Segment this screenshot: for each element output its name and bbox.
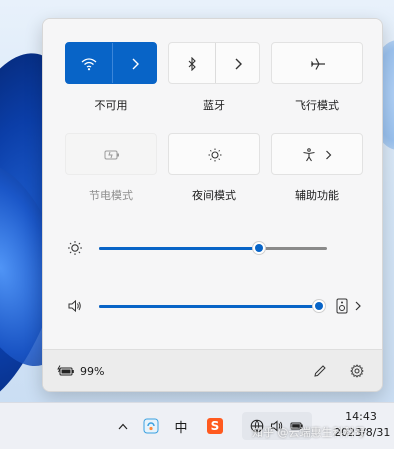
sogou-ime-button[interactable]: S (204, 403, 226, 449)
wifi-icon[interactable] (66, 43, 112, 85)
ime-zh-icon: 中 (174, 420, 188, 436)
accessibility-tile-label: 辅助功能 (295, 189, 339, 202)
battery-charging-icon (57, 365, 74, 376)
night-light-tile-label: 夜间模式 (192, 189, 236, 202)
battery-status[interactable]: 99% (57, 362, 104, 380)
night-light-icon (169, 134, 261, 176)
battery-saver-icon (66, 134, 158, 176)
accessibility-tile[interactable] (271, 133, 363, 175)
quick-settings-body: 不可用 蓝牙 飞行模式 节电模式 夜间模式 辅助功能 (43, 19, 382, 349)
bluetooth-expand-chevron-icon[interactable] (215, 43, 261, 85)
chevron-up-icon (118, 423, 128, 429)
bluetooth-tile[interactable] (168, 42, 260, 84)
bluetooth-icon[interactable] (169, 43, 215, 85)
wifi-tile-label: 不可用 (94, 99, 128, 112)
audio-output-selector[interactable] (336, 297, 366, 315)
brightness-icon (67, 240, 83, 256)
battery-percent: 99% (80, 364, 105, 378)
tray-app-button[interactable] (140, 403, 162, 449)
airplane-mode-tile[interactable] (271, 42, 363, 84)
volume-slider-thumb[interactable] (312, 299, 326, 313)
brightness-slider-thumb[interactable] (251, 241, 266, 255)
night-light-tile[interactable] (168, 133, 260, 175)
gear-icon (350, 364, 364, 378)
watermark-text: 知乎 @云端惠生科科号 (252, 426, 366, 439)
volume-slider-fill (99, 305, 319, 308)
airplane-mode-tile-label: 飞行模式 (295, 99, 339, 112)
airplane-icon (272, 43, 364, 85)
battery-saver-tile[interactable] (65, 133, 157, 175)
edit-quick-settings-button[interactable] (311, 362, 329, 380)
accessibility-chevron-icon[interactable] (320, 134, 336, 176)
quick-settings-footer: 99% (43, 349, 382, 391)
bluetooth-tile-label: 蓝牙 (203, 99, 225, 112)
ime-zh-button[interactable]: 中 (170, 403, 192, 449)
wifi-tile[interactable] (65, 42, 157, 84)
volume-slider[interactable] (99, 299, 326, 313)
pencil-icon (314, 365, 326, 377)
speaker-icon[interactable] (67, 298, 83, 314)
wifi-expand-chevron-icon[interactable] (112, 43, 158, 85)
sogou-s-icon: S (207, 418, 223, 434)
brightness-slider[interactable] (99, 241, 327, 255)
quick-settings-panel: 不可用 蓝牙 飞行模式 节电模式 夜间模式 辅助功能 99% (42, 18, 383, 392)
settings-button[interactable] (348, 362, 366, 380)
app-icon (143, 418, 159, 434)
battery-saver-tile-label: 节电模式 (89, 189, 133, 202)
speaker-device-icon (336, 298, 348, 314)
brightness-slider-row (43, 238, 382, 258)
clock-time: 14:43 (345, 410, 377, 423)
brightness-slider-fill (99, 247, 259, 250)
audio-output-chevron-icon (355, 301, 361, 311)
show-hidden-icons-button[interactable] (112, 403, 134, 449)
volume-slider-row (43, 296, 382, 316)
